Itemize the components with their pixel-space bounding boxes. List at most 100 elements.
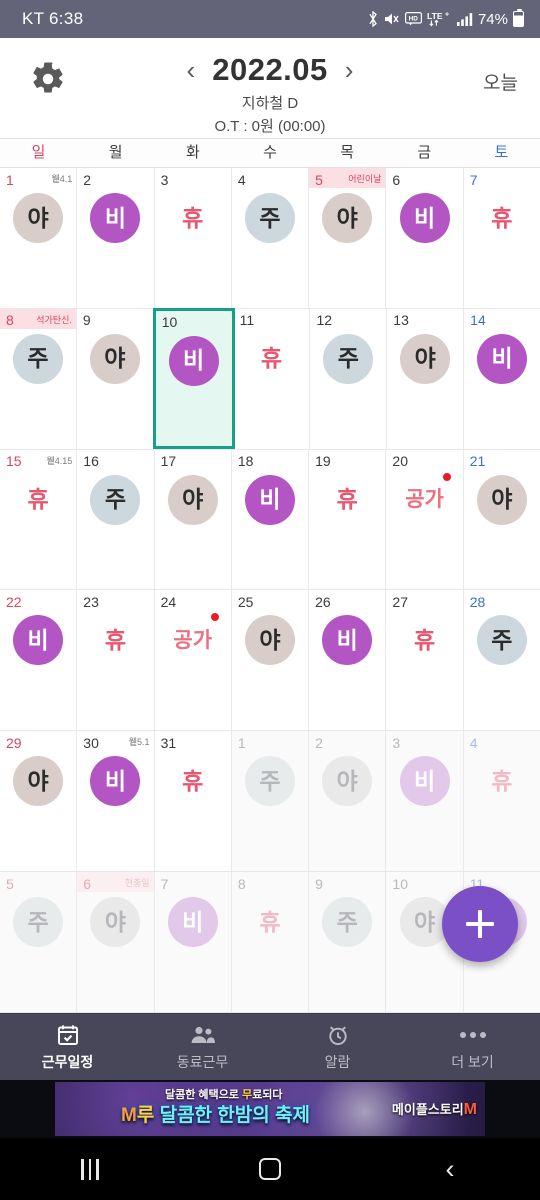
shift-badge[interactable]: 휴 [90, 615, 140, 665]
calendar-day-cell[interactable]: 23 휴 [77, 590, 155, 731]
nav-item-3[interactable]: 더 보기 [405, 1023, 540, 1072]
shift-badge[interactable]: 휴 [477, 193, 527, 243]
calendar-day-cell[interactable]: 8휴 [231, 872, 310, 1012]
calendar-day-cell[interactable]: 8 석가탄신. 주 [0, 308, 77, 449]
shift-badge[interactable]: 주 [13, 897, 64, 948]
calendar-day-cell[interactable]: 6 현충일 야 [77, 872, 155, 1012]
shift-badge[interactable]: 비 [399, 193, 450, 243]
add-schedule-fab[interactable] [442, 886, 518, 962]
shift-badge[interactable]: 주 [322, 897, 373, 948]
page-title[interactable]: 2022.05 [212, 52, 328, 88]
calendar-day-cell[interactable]: 4휴 [463, 731, 540, 872]
day-number: 31 [160, 734, 177, 751]
calendar-day-cell[interactable]: 7휴 [463, 168, 540, 308]
day-number-row: 10 [386, 872, 462, 892]
gear-icon[interactable] [30, 61, 66, 97]
calendar-day-cell[interactable]: 5 어린이날 야 [309, 168, 387, 308]
calendar-day-cell[interactable]: 19 휴 [309, 449, 387, 590]
shift-badge[interactable]: 휴 [168, 193, 218, 243]
today-button[interactable]: 오늘 [483, 68, 518, 95]
nav-item-0[interactable]: 근무일정 [0, 1023, 135, 1072]
calendar-day-cell[interactable]: 5주 [0, 872, 78, 1012]
shift-badge[interactable]: 비 [90, 756, 141, 807]
calendar-day-cell[interactable]: 1 윁4.1 야 [0, 168, 78, 308]
shift-badge[interactable]: 야 [400, 333, 451, 384]
shift-badge[interactable]: 야 [322, 756, 373, 807]
shift-badge[interactable]: 야 [89, 333, 140, 384]
shift-badge[interactable]: 야 [476, 474, 527, 525]
calendar-day-cell[interactable]: 31 휴 [154, 731, 232, 872]
shift-badge[interactable]: 휴 [400, 615, 450, 665]
shift-badge[interactable]: 야 [13, 756, 64, 807]
nav-item-1[interactable]: 동료근무 [135, 1023, 270, 1072]
calendar-day-cell[interactable]: 27 휴 [386, 590, 464, 731]
shift-badge[interactable]: 주 [244, 756, 295, 807]
calendar-day-cell[interactable]: 22 비 [0, 590, 78, 731]
shift-badge[interactable]: 야 [167, 474, 218, 525]
calendar-day-cell[interactable]: 4주 [231, 168, 310, 308]
calendar-day-cell[interactable]: 18 비 [231, 449, 310, 590]
calendar-day-cell[interactable]: 2야 [309, 731, 387, 872]
calendar-day-cell[interactable]: 1주 [231, 731, 310, 872]
shift-badge[interactable]: 주 [244, 193, 295, 243]
shift-badge[interactable]: 주 [476, 615, 527, 666]
calendar-day-cell[interactable]: 21 야 [463, 449, 540, 590]
next-month-button[interactable]: › [345, 57, 354, 83]
shift-badge[interactable]: 공가 [400, 475, 450, 525]
shift-badge[interactable]: 주 [323, 333, 374, 384]
calendar-day-cell[interactable]: 25 야 [231, 590, 310, 731]
home-icon[interactable] [180, 1158, 360, 1180]
shift-badge[interactable]: 비 [168, 335, 219, 386]
shift-badge[interactable]: 야 [13, 193, 64, 243]
calendar-day-cell[interactable]: 26 비 [309, 590, 387, 731]
back-icon[interactable]: ‹ [360, 1155, 540, 1183]
shift-badge[interactable]: 야 [90, 897, 141, 948]
weekday-label-3: 수 [263, 144, 277, 161]
shift-badge[interactable]: 휴 [322, 475, 372, 525]
ad-banner[interactable]: 달콤한 혜택으로 무료되다 M루 달콤한 한밤의 축제 메이플스토리M [0, 1080, 540, 1138]
calendar-day-cell[interactable]: 14 비 [464, 308, 540, 449]
calendar-day-cell[interactable]: 15 윁4.15 휴 [0, 449, 78, 590]
calendar-day-cell[interactable]: 7비 [154, 872, 232, 1012]
shift-badge[interactable]: 휴 [245, 897, 295, 947]
shift-badge[interactable]: 비 [244, 474, 295, 525]
calendar-day-cell[interactable]: 3비 [386, 731, 464, 872]
calendar-day-cell[interactable]: 11 휴 [233, 308, 311, 449]
prev-month-button[interactable]: ‹ [187, 57, 196, 83]
calendar-day-cell[interactable]: 10 비 [152, 307, 235, 449]
calendar-day-cell[interactable]: 6비 [386, 168, 464, 308]
shift-badge[interactable]: 비 [399, 756, 450, 807]
shift-badge[interactable]: 야 [244, 615, 295, 666]
shift-badge[interactable]: 비 [13, 615, 64, 666]
day-number-row: 4 [464, 731, 540, 751]
shift-badge[interactable]: 야 [322, 193, 373, 243]
shift-badge[interactable]: 주 [12, 333, 63, 384]
shift-badge[interactable]: 휴 [168, 756, 218, 806]
shift-badge[interactable]: 비 [167, 897, 218, 948]
calendar-day-cell[interactable]: 24 공가 [154, 590, 232, 731]
calendar-day-cell[interactable]: 16 주 [77, 449, 155, 590]
calendar-day-cell[interactable]: 28 주 [463, 590, 540, 731]
calendar-day-cell[interactable]: 20 공가 [386, 449, 464, 590]
calendar-day-cell[interactable]: 13 야 [387, 308, 465, 449]
calendar-day-cell[interactable]: 9주 [309, 872, 387, 1012]
shift-badge[interactable]: 휴 [477, 756, 527, 806]
day-number: 11 [239, 312, 255, 329]
shift-badge[interactable]: 공가 [168, 615, 218, 665]
calendar-day-cell[interactable]: 3휴 [154, 168, 232, 308]
calendar-day-cell[interactable]: 29 야 [0, 731, 78, 872]
weekday-label-4: 목 [340, 144, 355, 161]
calendar-day-cell[interactable]: 2비 [77, 168, 155, 308]
calendar-day-cell[interactable]: 17 야 [154, 449, 232, 590]
nav-item-2[interactable]: 알람 [270, 1023, 405, 1072]
calendar-day-cell[interactable]: 9야 [76, 308, 154, 449]
shift-badge[interactable]: 휴 [247, 334, 297, 384]
calendar-day-cell[interactable]: 12 주 [310, 308, 388, 449]
shift-badge[interactable]: 주 [90, 474, 141, 525]
recents-icon[interactable] [0, 1158, 180, 1180]
calendar-day-cell[interactable]: 30 윁5.1 비 [77, 731, 155, 872]
shift-badge[interactable]: 휴 [13, 475, 63, 525]
shift-badge[interactable]: 비 [90, 193, 141, 243]
shift-badge[interactable]: 비 [322, 615, 373, 666]
shift-badge[interactable]: 비 [477, 333, 528, 384]
